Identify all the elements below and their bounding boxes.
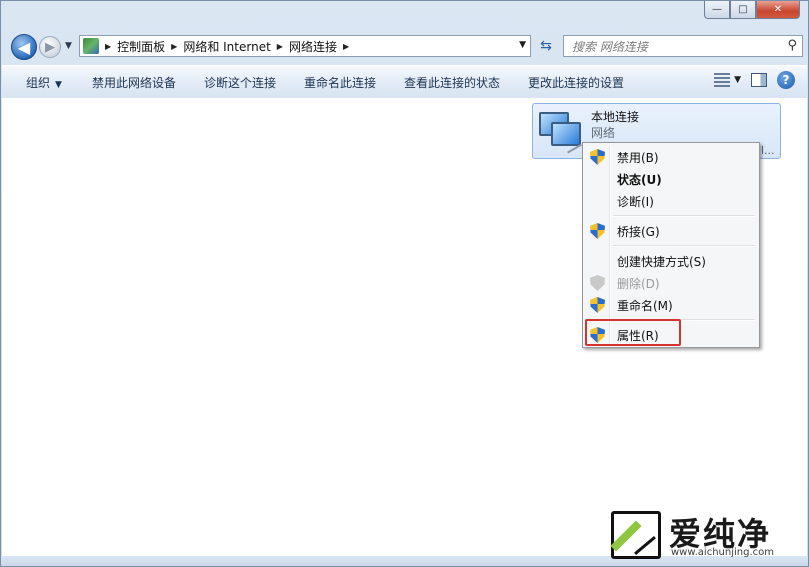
menu-item-label: 诊断(I) bbox=[617, 194, 654, 209]
back-button[interactable]: ◀ bbox=[11, 34, 37, 60]
menu-item-label: 创建快捷方式(S) bbox=[617, 254, 706, 269]
address-bar[interactable]: ▶ 控制面板 ▶ 网络和 Internet ▶ 网络连接 ▶ ▼ bbox=[79, 35, 531, 57]
menu-item-label: 禁用(B) bbox=[617, 150, 659, 165]
uac-shield-icon bbox=[590, 275, 605, 291]
search-input[interactable] bbox=[570, 37, 774, 57]
arrow-right-icon: ▶ bbox=[45, 39, 55, 55]
view-list-icon bbox=[714, 73, 731, 87]
chevron-down-icon: ▼ bbox=[55, 79, 62, 90]
watermark-url: www.aichunjing.com bbox=[671, 547, 774, 558]
menu-item-create-shortcut[interactable]: 创建快捷方式(S) bbox=[585, 250, 757, 272]
command-bar: 组织 ▼ 禁用此网络设备 诊断这个连接 重命名此连接 查看此连接的状态 更改此连接… bbox=[2, 65, 807, 99]
connection-status: 网络 bbox=[591, 126, 616, 140]
change-settings-button[interactable]: 更改此连接的设置 bbox=[514, 74, 638, 91]
menu-item-bridge[interactable]: 桥接(G) bbox=[585, 220, 757, 242]
refresh-button[interactable]: ⇆ bbox=[535, 35, 557, 57]
forward-button[interactable]: ▶ bbox=[39, 36, 61, 58]
chevron-right-icon[interactable]: ▶ bbox=[343, 42, 349, 51]
chevron-down-icon: ▼ bbox=[734, 75, 741, 85]
menu-item-disable[interactable]: 禁用(B) bbox=[585, 146, 757, 168]
uac-shield-icon bbox=[590, 149, 605, 165]
disable-device-button[interactable]: 禁用此网络设备 bbox=[76, 74, 190, 91]
search-icon[interactable]: ⚲ bbox=[787, 38, 797, 53]
watermark: 爱纯净 www.aichunjing.com bbox=[611, 511, 797, 561]
menu-item-status[interactable]: 状态(U) bbox=[585, 168, 757, 190]
connection-device: l... bbox=[761, 144, 775, 157]
chevron-right-icon[interactable]: ▶ bbox=[171, 42, 177, 51]
menu-item-diagnose[interactable]: 诊断(I) bbox=[585, 190, 757, 212]
maximize-button[interactable]: □ bbox=[730, 1, 756, 19]
navigation-row: ◀ ▶ ▼ ▶ 控制面板 ▶ 网络和 Internet ▶ 网络连接 ▶ ▼ ⇆… bbox=[7, 33, 803, 61]
rename-connection-button[interactable]: 重命名此连接 bbox=[290, 74, 390, 91]
context-menu: 禁用(B) 状态(U) 诊断(I) 桥接(G) 创建快捷方式(S) 删除(D) … bbox=[582, 142, 760, 348]
toolbar-right: ▼ ? bbox=[714, 71, 795, 89]
address-dropdown[interactable]: ▼ bbox=[519, 40, 526, 50]
arrow-left-icon: ◀ bbox=[17, 37, 31, 57]
recent-pages-dropdown[interactable]: ▼ bbox=[65, 41, 72, 51]
watermark-logo-icon bbox=[611, 511, 661, 559]
menu-separator bbox=[613, 245, 755, 247]
close-button[interactable]: ✕ bbox=[756, 1, 800, 19]
uac-shield-icon bbox=[590, 223, 605, 239]
uac-shield-icon bbox=[590, 297, 605, 313]
caption-buttons: — □ ✕ bbox=[704, 1, 800, 19]
change-view-button[interactable]: ▼ bbox=[714, 73, 741, 87]
menu-separator bbox=[613, 215, 755, 217]
refresh-icon: ⇆ bbox=[540, 38, 552, 54]
chevron-right-icon[interactable]: ▶ bbox=[277, 42, 283, 51]
chevron-right-icon[interactable]: ▶ bbox=[105, 42, 111, 51]
diagnose-connection-button[interactable]: 诊断这个连接 bbox=[190, 74, 290, 91]
menu-item-label: 重命名(M) bbox=[617, 298, 673, 313]
menu-item-delete: 删除(D) bbox=[585, 272, 757, 294]
menu-item-label: 删除(D) bbox=[617, 276, 660, 291]
menu-item-label: 桥接(G) bbox=[617, 224, 660, 239]
view-status-button[interactable]: 查看此连接的状态 bbox=[390, 74, 514, 91]
breadcrumb-network-internet[interactable]: 网络和 Internet bbox=[183, 38, 270, 55]
network-adapter-icon bbox=[537, 108, 583, 154]
properties-highlight-box bbox=[585, 319, 681, 346]
menu-item-label: 状态(U) bbox=[617, 172, 662, 187]
search-box: ⚲ bbox=[563, 35, 803, 57]
minimize-button[interactable]: — bbox=[704, 1, 730, 19]
preview-pane-icon[interactable] bbox=[751, 73, 767, 87]
help-icon[interactable]: ? bbox=[777, 71, 795, 89]
breadcrumb-control-panel[interactable]: 控制面板 bbox=[117, 38, 165, 55]
menu-item-rename[interactable]: 重命名(M) bbox=[585, 294, 757, 316]
breadcrumb-network-connections[interactable]: 网络连接 bbox=[289, 38, 337, 55]
control-panel-icon bbox=[83, 38, 99, 54]
connection-name: 本地连接 bbox=[591, 110, 640, 124]
organize-label: 组织 bbox=[26, 75, 51, 90]
organize-menu[interactable]: 组织 ▼ bbox=[2, 74, 76, 91]
